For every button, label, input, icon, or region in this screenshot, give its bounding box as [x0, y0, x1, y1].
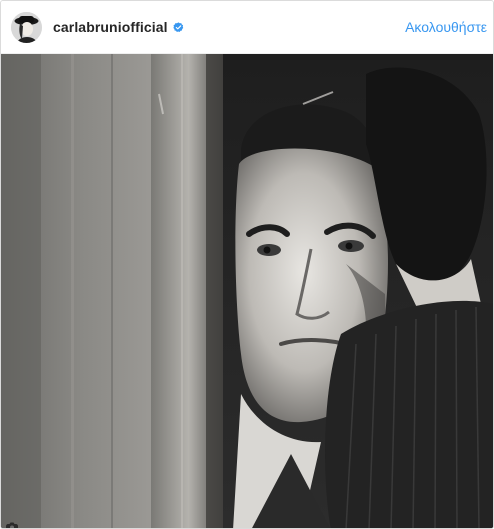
- follow-button[interactable]: Ακολουθήστε: [405, 19, 487, 36]
- photo-image: [1, 54, 493, 528]
- post-header: carlabruniofficial Ακολουθήστε: [1, 1, 493, 54]
- avatar-image: [11, 12, 42, 43]
- verified-badge-icon: [172, 22, 183, 32]
- post-photo[interactable]: [1, 54, 493, 529]
- camera-icon[interactable]: [5, 522, 19, 529]
- avatar[interactable]: [11, 12, 42, 43]
- instagram-post: carlabruniofficial Ακολουθήστε: [0, 0, 494, 529]
- username[interactable]: carlabruniofficial: [53, 19, 168, 36]
- username-group: carlabruniofficial: [53, 19, 184, 36]
